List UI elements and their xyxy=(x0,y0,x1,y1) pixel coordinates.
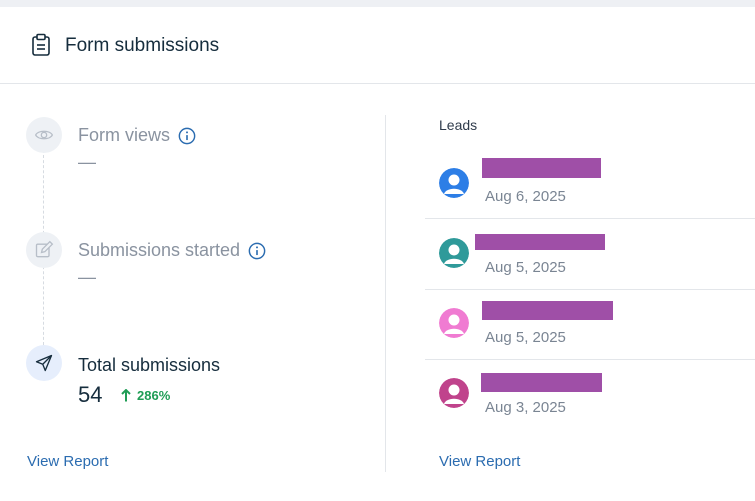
step-submissions-started: Submissions started xyxy=(78,240,266,261)
trend-badge: 286% xyxy=(121,388,170,403)
view-report-leads-link[interactable]: View Report xyxy=(439,453,520,470)
step-value: — xyxy=(78,152,96,172)
avatar xyxy=(439,378,469,408)
step-label: Submissions started xyxy=(78,240,241,260)
step-value: — xyxy=(78,267,96,287)
lead-name-redacted xyxy=(482,158,601,178)
step-circle-form-views xyxy=(26,117,62,153)
step-circle-total-submissions xyxy=(26,345,62,381)
trend-value: 286% xyxy=(137,388,171,403)
arrow-up-icon xyxy=(121,389,131,402)
user-avatar-icon xyxy=(439,308,469,338)
top-strip xyxy=(0,0,755,7)
user-avatar-icon xyxy=(439,238,469,268)
card-header: Form submissions xyxy=(0,7,755,84)
eye-icon xyxy=(34,130,54,140)
view-report-funnel-link[interactable]: View Report xyxy=(27,453,108,470)
page-title: Form submissions xyxy=(65,35,220,56)
column-divider xyxy=(385,115,386,472)
lead-item[interactable]: Aug 3, 2025 xyxy=(425,359,755,429)
avatar xyxy=(439,308,469,338)
step-label: Form views xyxy=(78,125,171,145)
lead-item[interactable]: Aug 5, 2025 xyxy=(425,289,755,360)
pencil-square-icon xyxy=(35,240,54,258)
info-icon[interactable] xyxy=(248,242,266,260)
info-icon[interactable] xyxy=(178,127,196,145)
lead-name-redacted xyxy=(475,234,605,250)
lead-date: Aug 3, 2025 xyxy=(485,399,566,416)
avatar xyxy=(439,168,469,198)
user-avatar-icon xyxy=(439,378,469,408)
step-total-submissions: Total submissions xyxy=(78,355,220,376)
clipboard-icon xyxy=(32,33,50,56)
step-label: Total submissions xyxy=(78,355,221,375)
step-form-views: Form views xyxy=(78,125,196,146)
lead-item[interactable]: Aug 5, 2025 xyxy=(425,219,755,290)
lead-date: Aug 5, 2025 xyxy=(485,329,566,346)
total-submissions-value: 54 xyxy=(78,382,103,407)
lead-date: Aug 6, 2025 xyxy=(485,188,566,205)
lead-date: Aug 5, 2025 xyxy=(485,259,566,276)
avatar xyxy=(439,238,469,268)
user-avatar-icon xyxy=(439,168,469,198)
lead-name-redacted xyxy=(481,373,602,392)
lead-name-redacted xyxy=(482,301,613,320)
send-icon xyxy=(35,354,53,372)
leads-title: Leads xyxy=(439,117,478,133)
lead-item[interactable]: Aug 6, 2025 xyxy=(425,148,755,219)
step-circle-submissions-started xyxy=(26,232,62,268)
